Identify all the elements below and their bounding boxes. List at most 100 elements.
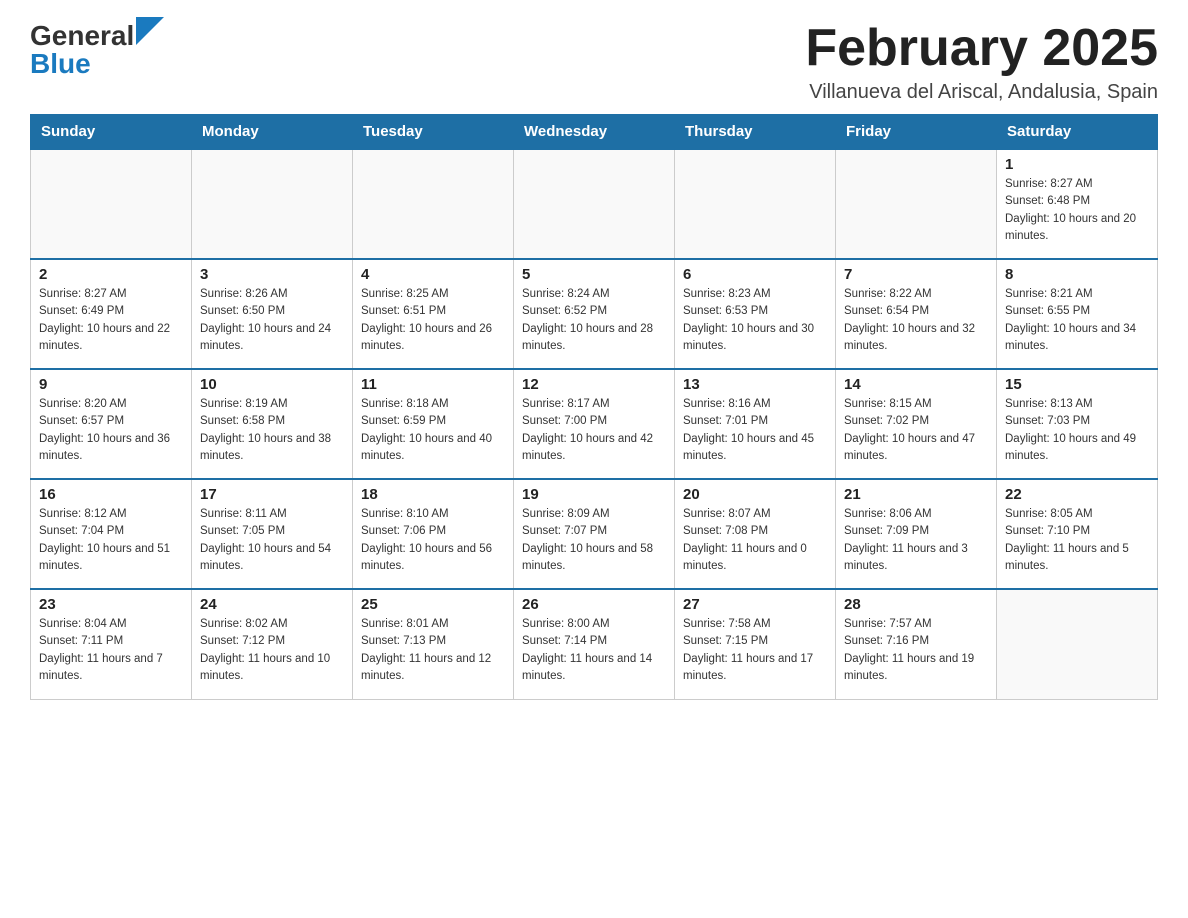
calendar-header-row: SundayMondayTuesdayWednesdayThursdayFrid… <box>31 115 1158 150</box>
day-number: 23 <box>39 596 183 613</box>
calendar-day-cell: 24 Sunrise: 8:02 AM Sunset: 7:12 PM Dayli… <box>192 589 353 699</box>
calendar-day-cell <box>353 149 514 259</box>
day-info: Sunrise: 8:21 AM Sunset: 6:55 PM Dayligh… <box>1005 286 1149 355</box>
day-info: Sunrise: 7:58 AM Sunset: 7:15 PM Dayligh… <box>683 616 827 685</box>
calendar-day-cell: 3 Sunrise: 8:26 AM Sunset: 6:50 PM Daylig… <box>192 259 353 369</box>
day-info: Sunrise: 8:02 AM Sunset: 7:12 PM Dayligh… <box>200 616 344 685</box>
day-number: 5 <box>522 266 666 283</box>
title-section: February 2025 Villanueva del Ariscal, An… <box>805 20 1158 104</box>
calendar-day-cell <box>31 149 192 259</box>
calendar-day-cell: 22 Sunrise: 8:05 AM Sunset: 7:10 PM Dayli… <box>997 479 1158 589</box>
day-info: Sunrise: 8:23 AM Sunset: 6:53 PM Dayligh… <box>683 286 827 355</box>
day-number: 11 <box>361 376 505 393</box>
day-number: 22 <box>1005 486 1149 503</box>
calendar-day-cell <box>514 149 675 259</box>
day-info: Sunrise: 8:12 AM Sunset: 7:04 PM Dayligh… <box>39 506 183 575</box>
day-info: Sunrise: 8:24 AM Sunset: 6:52 PM Dayligh… <box>522 286 666 355</box>
calendar-day-cell: 6 Sunrise: 8:23 AM Sunset: 6:53 PM Daylig… <box>675 259 836 369</box>
calendar-day-cell: 28 Sunrise: 7:57 AM Sunset: 7:16 PM Dayli… <box>836 589 997 699</box>
day-number: 2 <box>39 266 183 283</box>
calendar-day-cell: 8 Sunrise: 8:21 AM Sunset: 6:55 PM Daylig… <box>997 259 1158 369</box>
day-info: Sunrise: 8:15 AM Sunset: 7:02 PM Dayligh… <box>844 396 988 465</box>
calendar-day-cell: 13 Sunrise: 8:16 AM Sunset: 7:01 PM Dayli… <box>675 369 836 479</box>
day-info: Sunrise: 8:22 AM Sunset: 6:54 PM Dayligh… <box>844 286 988 355</box>
day-number: 16 <box>39 486 183 503</box>
day-info: Sunrise: 8:09 AM Sunset: 7:07 PM Dayligh… <box>522 506 666 575</box>
logo-triangle-icon <box>136 17 164 45</box>
calendar-day-cell: 25 Sunrise: 8:01 AM Sunset: 7:13 PM Dayli… <box>353 589 514 699</box>
day-number: 20 <box>683 486 827 503</box>
day-number: 10 <box>200 376 344 393</box>
calendar-day-cell: 7 Sunrise: 8:22 AM Sunset: 6:54 PM Daylig… <box>836 259 997 369</box>
calendar-week-row: 23 Sunrise: 8:04 AM Sunset: 7:11 PM Dayli… <box>31 589 1158 699</box>
day-number: 17 <box>200 486 344 503</box>
day-info: Sunrise: 8:18 AM Sunset: 6:59 PM Dayligh… <box>361 396 505 465</box>
day-info: Sunrise: 8:20 AM Sunset: 6:57 PM Dayligh… <box>39 396 183 465</box>
calendar-day-cell: 19 Sunrise: 8:09 AM Sunset: 7:07 PM Dayli… <box>514 479 675 589</box>
day-number: 7 <box>844 266 988 283</box>
day-number: 8 <box>1005 266 1149 283</box>
calendar-day-cell <box>836 149 997 259</box>
day-of-week-header: Wednesday <box>514 115 675 150</box>
calendar-day-cell: 16 Sunrise: 8:12 AM Sunset: 7:04 PM Dayli… <box>31 479 192 589</box>
logo: General Blue <box>30 20 164 80</box>
calendar-week-row: 2 Sunrise: 8:27 AM Sunset: 6:49 PM Daylig… <box>31 259 1158 369</box>
day-number: 25 <box>361 596 505 613</box>
day-of-week-header: Tuesday <box>353 115 514 150</box>
day-of-week-header: Monday <box>192 115 353 150</box>
day-of-week-header: Sunday <box>31 115 192 150</box>
calendar-day-cell: 14 Sunrise: 8:15 AM Sunset: 7:02 PM Dayli… <box>836 369 997 479</box>
calendar-table: SundayMondayTuesdayWednesdayThursdayFrid… <box>30 114 1158 700</box>
day-info: Sunrise: 8:01 AM Sunset: 7:13 PM Dayligh… <box>361 616 505 685</box>
calendar-week-row: 9Sunrise: 8:20 AM Sunset: 6:57 PM Daylig… <box>31 369 1158 479</box>
calendar-day-cell: 26Sunrise: 8:00 AM Sunset: 7:14 PM Dayli… <box>514 589 675 699</box>
day-number: 28 <box>844 596 988 613</box>
day-info: Sunrise: 8:19 AM Sunset: 6:58 PM Dayligh… <box>200 396 344 465</box>
day-number: 6 <box>683 266 827 283</box>
calendar-day-cell: 17 Sunrise: 8:11 AM Sunset: 7:05 PM Dayli… <box>192 479 353 589</box>
day-number: 27 <box>683 596 827 613</box>
calendar-day-cell: 11 Sunrise: 8:18 AM Sunset: 6:59 PM Dayli… <box>353 369 514 479</box>
calendar-day-cell: 4 Sunrise: 8:25 AM Sunset: 6:51 PM Daylig… <box>353 259 514 369</box>
day-info: Sunrise: 8:27 AM Sunset: 6:49 PM Dayligh… <box>39 286 183 355</box>
calendar-title: February 2025 <box>805 20 1158 77</box>
calendar-day-cell: 21Sunrise: 8:06 AM Sunset: 7:09 PM Dayli… <box>836 479 997 589</box>
day-number: 24 <box>200 596 344 613</box>
day-info: Sunrise: 7:57 AM Sunset: 7:16 PM Dayligh… <box>844 616 988 685</box>
day-info: Sunrise: 8:13 AM Sunset: 7:03 PM Dayligh… <box>1005 396 1149 465</box>
calendar-week-row: 1 Sunrise: 8:27 AM Sunset: 6:48 PM Daylig… <box>31 149 1158 259</box>
calendar-day-cell: 15 Sunrise: 8:13 AM Sunset: 7:03 PM Dayli… <box>997 369 1158 479</box>
day-number: 21 <box>844 486 988 503</box>
day-info: Sunrise: 8:16 AM Sunset: 7:01 PM Dayligh… <box>683 396 827 465</box>
day-info: Sunrise: 8:25 AM Sunset: 6:51 PM Dayligh… <box>361 286 505 355</box>
calendar-day-cell: 5 Sunrise: 8:24 AM Sunset: 6:52 PM Daylig… <box>514 259 675 369</box>
day-number: 14 <box>844 376 988 393</box>
day-info: Sunrise: 8:07 AM Sunset: 7:08 PM Dayligh… <box>683 506 827 575</box>
day-info: Sunrise: 8:04 AM Sunset: 7:11 PM Dayligh… <box>39 616 183 685</box>
calendar-week-row: 16 Sunrise: 8:12 AM Sunset: 7:04 PM Dayli… <box>31 479 1158 589</box>
day-info: Sunrise: 8:11 AM Sunset: 7:05 PM Dayligh… <box>200 506 344 575</box>
day-number: 3 <box>200 266 344 283</box>
day-number: 12 <box>522 376 666 393</box>
logo-blue-text: Blue <box>30 48 91 79</box>
day-info: Sunrise: 8:05 AM Sunset: 7:10 PM Dayligh… <box>1005 506 1149 575</box>
day-number: 13 <box>683 376 827 393</box>
day-info: Sunrise: 8:10 AM Sunset: 7:06 PM Dayligh… <box>361 506 505 575</box>
calendar-day-cell: 12Sunrise: 8:17 AM Sunset: 7:00 PM Dayli… <box>514 369 675 479</box>
calendar-day-cell: 23 Sunrise: 8:04 AM Sunset: 7:11 PM Dayli… <box>31 589 192 699</box>
calendar-day-cell: 18Sunrise: 8:10 AM Sunset: 7:06 PM Dayli… <box>353 479 514 589</box>
calendar-day-cell <box>675 149 836 259</box>
calendar-day-cell: 27 Sunrise: 7:58 AM Sunset: 7:15 PM Dayli… <box>675 589 836 699</box>
day-number: 1 <box>1005 156 1149 173</box>
day-of-week-header: Friday <box>836 115 997 150</box>
day-info: Sunrise: 8:27 AM Sunset: 6:48 PM Dayligh… <box>1005 176 1149 245</box>
day-of-week-header: Saturday <box>997 115 1158 150</box>
calendar-subtitle: Villanueva del Ariscal, Andalusia, Spain <box>805 81 1158 104</box>
day-of-week-header: Thursday <box>675 115 836 150</box>
day-number: 19 <box>522 486 666 503</box>
day-number: 15 <box>1005 376 1149 393</box>
calendar-day-cell: 20 Sunrise: 8:07 AM Sunset: 7:08 PM Dayli… <box>675 479 836 589</box>
day-number: 4 <box>361 266 505 283</box>
day-info: Sunrise: 8:26 AM Sunset: 6:50 PM Dayligh… <box>200 286 344 355</box>
calendar-day-cell <box>997 589 1158 699</box>
